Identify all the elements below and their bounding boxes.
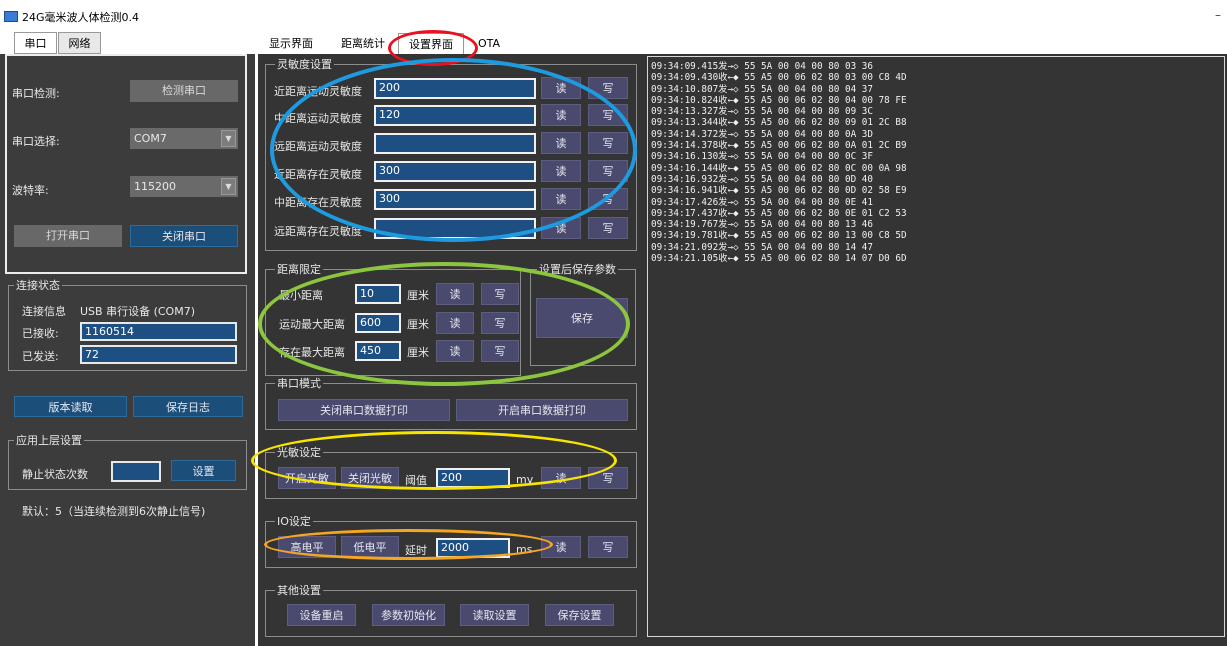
- app-icon: [4, 11, 18, 22]
- close-serial-button[interactable]: 关闭串口: [130, 225, 238, 247]
- io-title: IO设定: [275, 515, 313, 528]
- serial-print-off-button[interactable]: 关闭串口数据打印: [278, 399, 450, 421]
- annotation-ellipse-blue: [270, 58, 637, 242]
- tab-display[interactable]: 显示界面: [262, 33, 320, 55]
- static-count-input[interactable]: [111, 461, 161, 482]
- annotation-ellipse-green: [258, 262, 630, 386]
- minimize-button[interactable]: –: [1212, 6, 1224, 24]
- device-restart-button[interactable]: 设备重启: [287, 604, 356, 626]
- baud-select[interactable]: 115200 ▼: [130, 176, 238, 197]
- log-line: 09:34:16.932发→◇ 55 5A 00 04 00 80 0D 40: [651, 173, 873, 185]
- sent-count-field: 72: [80, 345, 237, 364]
- received-count-field: 1160514: [80, 322, 237, 341]
- log-line: 09:34:16.144收←◆ 55 A5 00 06 02 80 0C 00 …: [651, 162, 907, 174]
- log-line: 09:34:09.415发→◇ 55 5A 00 04 00 80 03 36: [651, 61, 873, 72]
- annotation-ellipse-orange: [264, 529, 553, 560]
- log-line: 09:34:10.807发→◇ 55 5A 00 04 00 80 04 37: [651, 83, 873, 95]
- log-line: 09:34:10.824收←◆ 55 A5 00 06 02 80 04 00 …: [651, 94, 907, 106]
- log-line: 09:34:19.767发→◇ 55 5A 00 04 00 80 13 46: [651, 219, 873, 231]
- log-line: 09:34:09.430收←◆ 55 A5 00 06 02 80 03 00 …: [651, 72, 907, 84]
- log-line: 09:34:13.327发→◇ 55 5A 00 04 00 80 09 3C: [651, 106, 873, 118]
- io-write-button[interactable]: 写: [588, 536, 628, 558]
- log-line: 09:34:16.130发→◇ 55 5A 00 04 00 80 0C 3F: [651, 151, 873, 163]
- port-value: COM7: [134, 132, 167, 145]
- detect-label: 串口检测:: [12, 87, 60, 100]
- title-bar: 24G毫米波人体检测0.4 –: [0, 0, 1227, 30]
- conn-info-label: 连接信息: [22, 305, 66, 318]
- tab-network[interactable]: 网络: [58, 32, 101, 54]
- sensitivity-write-button[interactable]: 写: [588, 217, 628, 239]
- save-settings-button[interactable]: 保存设置: [545, 604, 614, 626]
- baud-value: 115200: [134, 180, 176, 193]
- chevron-down-icon: ▼: [221, 178, 236, 195]
- log-line: 09:34:21.092发→◇ 55 5A 00 04 00 80 14 47: [651, 241, 873, 253]
- log-line: 09:34:17.437收←◆ 55 A5 00 06 02 80 0E 01 …: [651, 207, 907, 219]
- save-log-button[interactable]: 保存日志: [133, 396, 243, 417]
- read-settings-button[interactable]: 读取设置: [460, 604, 529, 626]
- conn-status-title: 连接状态: [14, 279, 62, 292]
- tab-distance-stats[interactable]: 距离统计: [331, 33, 395, 55]
- tab-serial[interactable]: 串口: [14, 32, 57, 54]
- log-line: 09:34:14.378收←◆ 55 A5 00 06 02 80 0A 01 …: [651, 140, 907, 152]
- detect-serial-button[interactable]: 检测串口: [130, 80, 238, 102]
- baud-label: 波特率:: [12, 184, 49, 197]
- log-line: 09:34:16.941收←◆ 55 A5 00 06 02 80 0D 02 …: [651, 185, 907, 197]
- app-settings-title: 应用上层设置: [14, 434, 84, 447]
- annotation-ellipse-yellow: [251, 431, 617, 490]
- param-init-button[interactable]: 参数初始化: [372, 604, 445, 626]
- window-title: 24G毫米波人体检测0.4: [22, 11, 140, 24]
- serial-mode-title: 串口模式: [275, 377, 323, 390]
- received-label: 已接收:: [22, 327, 59, 340]
- log-line: 09:34:19.781收←◆ 55 A5 00 06 02 80 13 00 …: [651, 230, 907, 242]
- log-line: 09:34:21.105收←◆ 55 A5 00 06 02 80 14 07 …: [651, 253, 907, 265]
- other-title: 其他设置: [275, 584, 323, 597]
- distance-title: 距离限定: [275, 263, 323, 276]
- chevron-down-icon: ▼: [221, 130, 236, 147]
- log-line: 09:34:14.372发→◇ 55 5A 00 04 00 80 0A 3D: [651, 128, 873, 140]
- port-select-label: 串口选择:: [12, 135, 60, 148]
- conn-info-value: USB 串行设备 (COM7): [80, 305, 195, 318]
- log-line: 09:34:17.426发→◇ 55 5A 00 04 00 80 0E 41: [651, 196, 873, 208]
- default-note: 默认：5（当连续检测到6次静止信号): [22, 505, 206, 518]
- static-count-label: 静止状态次数: [22, 468, 88, 481]
- port-select[interactable]: COM7 ▼: [130, 128, 238, 149]
- log-text: 09:34:09.415发→◇ 55 5A 00 04 00 80 03 36 0…: [651, 61, 907, 264]
- serial-print-on-button[interactable]: 开启串口数据打印: [456, 399, 628, 421]
- log-line: 09:34:13.344收←◆ 55 A5 00 06 02 80 09 01 …: [651, 117, 907, 129]
- sensitivity-title: 灵敏度设置: [275, 58, 334, 71]
- static-count-set-button[interactable]: 设置: [171, 460, 236, 481]
- read-version-button[interactable]: 版本读取: [14, 396, 127, 417]
- open-serial-button[interactable]: 打开串口: [14, 225, 122, 247]
- sent-label: 已发送:: [22, 350, 59, 363]
